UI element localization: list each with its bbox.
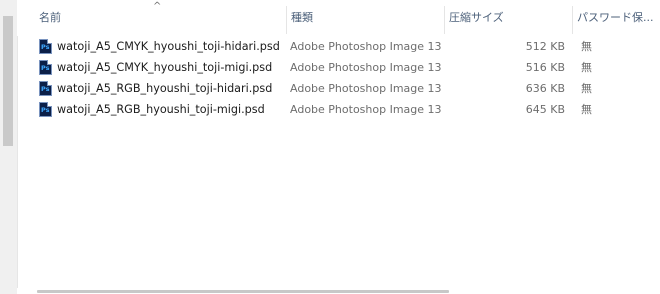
column-header-size-label: 圧縮サイズ <box>449 11 504 24</box>
column-header-row: ^ 名前 種類 圧縮サイズ パスワード保... <box>17 0 660 36</box>
column-header-type-label: 種類 <box>291 11 313 24</box>
photoshop-file-icon: Ps <box>39 39 52 54</box>
scrollbar-thumb[interactable] <box>3 16 13 146</box>
file-name: watoji_A5_RGB_hyoushi_toji-hidari.psd <box>57 82 273 95</box>
file-row[interactable]: Ps watoji_A5_RGB_hyoushi_toji-migi.psd A… <box>17 99 660 120</box>
file-size: 645 KB <box>525 103 565 116</box>
file-name: watoji_A5_CMYK_hyoushi_toji-hidari.psd <box>57 40 280 53</box>
vertical-scrollbar[interactable] <box>0 0 18 294</box>
photoshop-file-icon: Ps <box>39 60 52 75</box>
horizontal-scrollbar[interactable] <box>17 288 660 294</box>
column-header-size[interactable]: 圧縮サイズ <box>445 0 573 36</box>
file-name: watoji_A5_RGB_hyoushi_toji-migi.psd <box>57 103 265 116</box>
file-password: 無 <box>581 103 592 116</box>
file-list: Ps watoji_A5_CMYK_hyoushi_toji-hidari.ps… <box>17 36 660 120</box>
file-row[interactable]: Ps watoji_A5_CMYK_hyoushi_toji-hidari.ps… <box>17 36 660 57</box>
photoshop-icon-label: Ps <box>41 85 50 93</box>
photoshop-icon-label: Ps <box>41 64 50 72</box>
column-header-name[interactable]: 名前 <box>35 0 287 36</box>
file-password: 無 <box>581 61 592 74</box>
file-type: Adobe Photoshop Image 13 <box>290 61 442 74</box>
column-header-name-label: 名前 <box>39 11 61 24</box>
file-name: watoji_A5_CMYK_hyoushi_toji-migi.psd <box>57 61 273 74</box>
photoshop-icon-label: Ps <box>41 106 50 114</box>
file-type: Adobe Photoshop Image 13 <box>290 40 442 53</box>
file-type: Adobe Photoshop Image 13 <box>290 82 442 95</box>
file-size: 512 KB <box>525 40 565 53</box>
file-row[interactable]: Ps watoji_A5_CMYK_hyoushi_toji-migi.psd … <box>17 57 660 78</box>
photoshop-file-icon: Ps <box>39 102 52 117</box>
file-password: 無 <box>581 82 592 95</box>
file-type: Adobe Photoshop Image 13 <box>290 103 442 116</box>
column-header-password-label: パスワード保... <box>577 11 654 24</box>
file-size: 516 KB <box>525 61 565 74</box>
file-row[interactable]: Ps watoji_A5_RGB_hyoushi_toji-hidari.psd… <box>17 78 660 99</box>
file-password: 無 <box>581 40 592 53</box>
horizontal-scrollbar-thumb[interactable] <box>37 290 449 293</box>
photoshop-file-icon: Ps <box>39 81 52 96</box>
file-size: 636 KB <box>525 82 565 95</box>
column-header-type[interactable]: 種類 <box>287 0 445 36</box>
photoshop-icon-label: Ps <box>41 43 50 51</box>
column-header-password[interactable]: パスワード保... <box>573 0 660 36</box>
